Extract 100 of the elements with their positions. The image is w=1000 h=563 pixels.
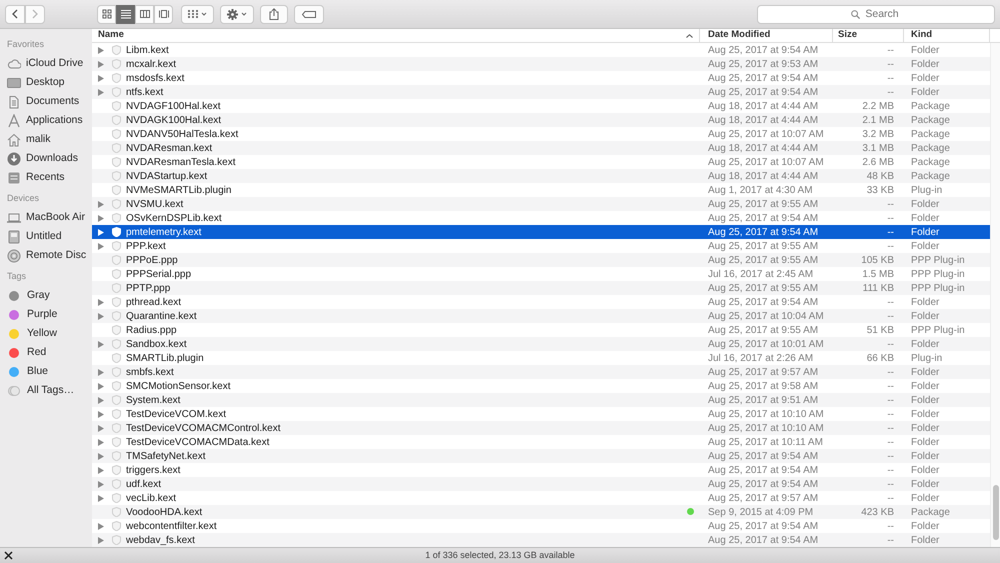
file-row[interactable]: System.kext Aug 25, 2017 at 9:51 AM -- Folder — [92, 393, 990, 407]
file-row[interactable]: PPPoE.ppp Aug 25, 2017 at 9:55 AM 105 KB PPP Plug-in — [92, 253, 990, 267]
search-field[interactable]: Search — [757, 4, 995, 24]
file-row[interactable]: SMARTLib.plugin Jul 16, 2017 at 2:26 AM 66 KB Plug-in — [92, 351, 990, 365]
disclosure-icon[interactable] — [98, 480, 104, 488]
file-name: NVMeSMARTLib.plugin — [126, 184, 232, 198]
disclosure-icon[interactable] — [98, 396, 104, 404]
date-modified: Aug 18, 2017 at 4:44 AM — [708, 114, 818, 126]
disclosure-icon[interactable] — [98, 424, 104, 432]
settings-button[interactable] — [220, 4, 254, 24]
file-row[interactable]: SMCMotionSensor.kext Aug 25, 2017 at 9:58 AM -- Folder — [92, 379, 990, 393]
disclosure-icon[interactable] — [98, 438, 104, 446]
sidebar-item[interactable]: Blue — [27, 364, 48, 380]
file-row[interactable]: TestDeviceVCOMACMData.kext Aug 25, 2017 at 10:11 AM -- Folder — [92, 435, 990, 449]
file-row[interactable]: Quarantine.kext Aug 25, 2017 at 10:04 AM -- Folder — [92, 309, 990, 323]
file-kind: Folder — [911, 310, 940, 322]
file-row[interactable]: NVDANV50HalTesla.kext Aug 25, 2017 at 10:07 AM 3.2 MB Package — [92, 127, 990, 141]
sidebar-item[interactable]: Red — [27, 344, 46, 360]
file-row[interactable]: NVSMU.kext Aug 25, 2017 at 9:55 AM -- Folder — [92, 197, 990, 211]
disclosure-icon[interactable] — [98, 214, 104, 222]
file-name: TestDeviceVCOMACMControl.kext — [126, 422, 280, 436]
disclosure-icon[interactable] — [98, 200, 104, 208]
disclosure-icon[interactable] — [98, 494, 104, 502]
scroll-thumb[interactable] — [993, 485, 999, 540]
sidebar-item[interactable]: malik — [26, 132, 51, 148]
file-row[interactable]: pmtelemetry.kext Aug 25, 2017 at 9:54 AM -- Folder — [92, 225, 990, 239]
file-row[interactable]: mcxalr.kext Aug 25, 2017 at 9:53 AM -- Folder — [92, 57, 990, 71]
column-header[interactable]: Date Modified — [700, 29, 833, 42]
sidebar-item[interactable]: All Tags… — [27, 382, 74, 398]
file-row[interactable]: PPP.kext Aug 25, 2017 at 9:55 AM -- Folder — [92, 239, 990, 253]
disclosure-icon[interactable] — [98, 298, 104, 306]
column-header[interactable]: Size — [833, 29, 904, 42]
file-row[interactable]: Radius.ppp Aug 25, 2017 at 9:55 AM 51 KB PPP Plug-in — [92, 323, 990, 337]
sidebar-item[interactable]: Downloads — [26, 150, 78, 166]
sidebar-item[interactable]: iCloud Drive — [26, 56, 84, 72]
disclosure-icon[interactable] — [98, 242, 104, 250]
file-size: -- — [887, 492, 894, 504]
disclosure-icon[interactable] — [98, 60, 104, 68]
section-heading: Devices — [7, 192, 40, 205]
file-row[interactable]: NVDAResman.kext Aug 18, 2017 at 4:44 AM 3.1 MB Package — [92, 141, 990, 155]
file-row[interactable]: NVDAGK100Hal.kext Aug 18, 2017 at 4:44 AM 2.1 MB Package — [92, 113, 990, 127]
sidebar-item[interactable]: Purple — [27, 306, 58, 322]
disclosure-icon[interactable] — [98, 340, 104, 348]
disclosure-icon[interactable] — [98, 368, 104, 376]
file-row[interactable]: TMSafetyNet.kext Aug 25, 2017 at 9:54 AM -- Folder — [92, 449, 990, 463]
file-row[interactable]: OSvKernDSPLib.kext Aug 25, 2017 at 9:54 AM -- Folder — [92, 211, 990, 225]
disclosure-icon[interactable] — [98, 522, 104, 530]
file-row[interactable]: webdav_fs.kext Aug 25, 2017 at 9:54 AM -- Folder — [92, 533, 990, 547]
file-row[interactable]: PPTP.ppp Aug 25, 2017 at 9:55 AM 111 KB PPP Plug-in — [92, 281, 990, 295]
file-name: PPTP.ppp — [126, 282, 170, 296]
share-button[interactable] — [260, 4, 288, 24]
disclosure-icon[interactable] — [98, 88, 104, 96]
disclosure-icon[interactable] — [98, 382, 104, 390]
sidebar-item[interactable]: Recents — [26, 170, 65, 186]
file-row[interactable]: TestDeviceVCOM.kext Aug 25, 2017 at 10:10 AM -- Folder — [92, 407, 990, 421]
file-row[interactable]: NVDAResmanTesla.kext Aug 25, 2017 at 10:07 AM 2.6 MB Package — [92, 155, 990, 169]
sidebar-item[interactable]: MacBook Air — [26, 210, 85, 226]
file-row[interactable]: TestDeviceVCOMACMControl.kext Aug 25, 2017 at 10:10 AM -- Folder — [92, 421, 990, 435]
sidebar-item[interactable]: Remote Disc — [26, 248, 86, 264]
file-row[interactable]: msdosfs.kext Aug 25, 2017 at 9:54 AM -- Folder — [92, 71, 990, 85]
sidebar-item[interactable]: Desktop — [26, 74, 65, 90]
tag-button[interactable] — [294, 4, 324, 24]
file-row[interactable]: NVDAStartup.kext Aug 18, 2017 at 4:44 AM 48 KB Package — [92, 169, 990, 183]
file-row[interactable]: webcontentfilter.kext Aug 25, 2017 at 9:54 AM -- Folder — [92, 519, 990, 533]
cross-icon[interactable] — [4, 551, 13, 560]
sidebar-item[interactable]: Untitled — [26, 228, 62, 244]
file-row[interactable]: ntfs.kext Aug 25, 2017 at 9:54 AM -- Folder — [92, 85, 990, 99]
disclosure-icon[interactable] — [98, 452, 104, 460]
file-row[interactable]: Sandbox.kext Aug 25, 2017 at 10:01 AM -- Folder — [92, 337, 990, 351]
file-row[interactable]: vecLib.kext Aug 25, 2017 at 9:57 AM -- Folder — [92, 491, 990, 505]
file-row[interactable]: PPPSerial.ppp Jul 16, 2017 at 2:45 AM 1.5 MB PPP Plug-in — [92, 267, 990, 281]
gallery-view-button[interactable] — [154, 4, 173, 24]
list-view-button[interactable] — [116, 4, 135, 24]
file-row[interactable]: pthread.kext Aug 25, 2017 at 9:54 AM -- Folder — [92, 295, 990, 309]
file-row[interactable]: triggers.kext Aug 25, 2017 at 9:54 AM -- Folder — [92, 463, 990, 477]
disclosure-icon[interactable] — [98, 312, 104, 320]
file-row[interactable]: VoodooHDA.kext Sep 9, 2015 at 4:09 PM 423 KB Package — [92, 505, 990, 519]
sidebar-item[interactable]: Documents — [26, 94, 80, 110]
scroll-bar[interactable] — [990, 43, 1000, 547]
file-row[interactable]: udf.kext Aug 25, 2017 at 9:54 AM -- Folder — [92, 477, 990, 491]
icon-view-button[interactable] — [97, 4, 116, 24]
file-row[interactable]: NVMeSMARTLib.plugin Aug 1, 2017 at 4:30 AM 33 KB Plug-in — [92, 183, 990, 197]
file-size: 48 KB — [866, 170, 894, 182]
disclosure-icon[interactable] — [98, 466, 104, 474]
column-header[interactable]: Name — [92, 29, 700, 42]
disclosure-icon[interactable] — [98, 536, 104, 544]
file-row[interactable]: Libm.kext Aug 25, 2017 at 9:54 AM -- Folder — [92, 43, 990, 57]
arrange-button[interactable] — [181, 4, 214, 24]
file-row[interactable]: smbfs.kext Aug 25, 2017 at 9:57 AM -- Folder — [92, 365, 990, 379]
disclosure-icon[interactable] — [98, 410, 104, 418]
column-view-button[interactable] — [135, 4, 154, 24]
disclosure-icon[interactable] — [98, 228, 104, 236]
disclosure-icon[interactable] — [98, 46, 104, 54]
disclosure-icon[interactable] — [98, 74, 104, 82]
sidebar-item[interactable]: Gray — [27, 288, 50, 304]
sidebar-item[interactable]: Yellow — [27, 326, 57, 342]
file-row[interactable]: NVDAGF100Hal.kext Aug 18, 2017 at 4:44 AM 2.2 MB Package — [92, 99, 990, 113]
sidebar-item[interactable]: Applications — [26, 112, 83, 128]
back-button[interactable] — [5, 4, 25, 24]
column-header[interactable]: Kind — [904, 29, 990, 42]
